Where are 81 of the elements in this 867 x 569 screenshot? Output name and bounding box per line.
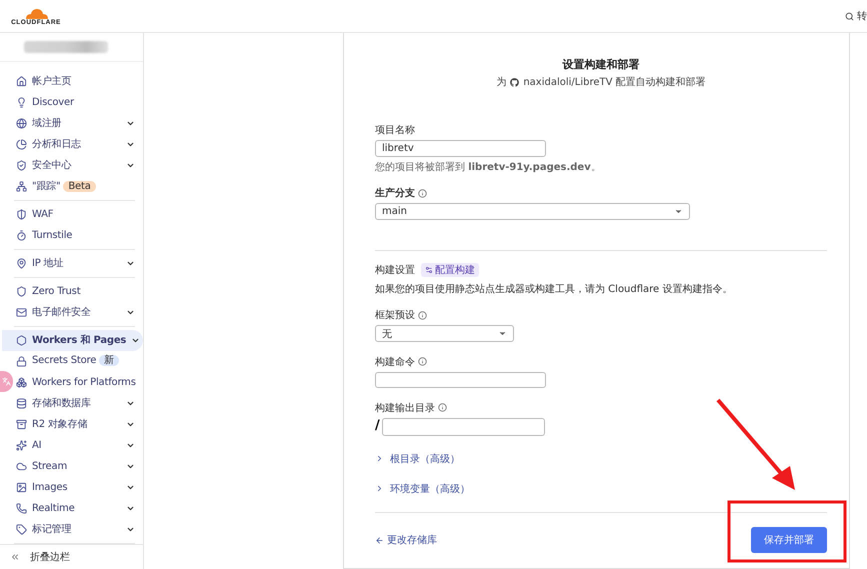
badge: 新 [99,355,119,366]
nav-icon [16,502,27,514]
nav-icon [16,118,27,129]
sidebar-item[interactable]: "跟踪" Beta [14,176,143,197]
nav-icon [16,208,27,220]
sidebar-item[interactable]: Secrets Store 新 [14,350,143,372]
cloud-logo-icon [23,6,49,18]
hint-text: 您的项目将被部署到 libretv-91y.pages.dev。 [375,160,602,174]
nav-icon [16,482,27,493]
collapse-sidebar-button[interactable]: 折叠边栏 [0,544,143,569]
nav-icon [16,160,27,171]
sidebar-item[interactable]: Workers for Platforms [14,372,143,393]
chevron-icon [375,484,384,494]
nav-icon [16,96,27,108]
sidebar-item[interactable]: Stream [14,456,143,477]
nav-icon [16,460,27,472]
sidebar-item[interactable]: R2 对象存储 [14,414,143,435]
nav-icon [16,138,27,150]
sidebar-item[interactable]: Workers 和 Pages [2,330,143,351]
sidebar-item[interactable]: 电子邮件安全 [14,302,143,323]
nav-icon [16,76,27,87]
input-field[interactable] [375,372,546,388]
chevron-icon [375,454,384,464]
field-label: 构建输出目录 [375,402,435,415]
sidebar-item[interactable]: 安全中心 [14,154,143,176]
nav-icon [16,524,27,535]
search-icon [845,12,854,20]
nav-icon [16,418,27,430]
sidebar-item[interactable]: IP 地址 [14,252,143,274]
save-deploy-button[interactable]: 保存并部署 [751,527,827,554]
nav-icon [16,180,27,192]
field-label: 生产分支 [375,186,415,200]
sidebar-item[interactable]: 帐户主页 [14,70,143,92]
path-prefix: / [375,418,380,433]
nav-icon [16,376,27,388]
sidebar-item[interactable]: Zero Trust [14,280,143,302]
field-label: 项目名称 [375,124,416,138]
info-icon [418,310,427,320]
subtitle-text: 为 [496,76,506,89]
nav-icon [16,356,27,367]
sidebar-item[interactable]: 存储和数据库 [14,392,143,414]
description-text: 如果您的项目使用静态站点生成器或构建工具，请为 Cloudflare 设置构建指令。 [375,282,734,296]
config-badge: 配置构建 [421,262,479,277]
nav-icon [16,286,27,297]
nav-icon [16,306,27,318]
info-icon [418,188,427,198]
info-icon [438,403,447,412]
arrow-left-icon [375,536,384,545]
input-field[interactable] [382,418,545,436]
double-chevron-icon [10,552,20,562]
sidebar-item[interactable]: Discover [14,92,143,113]
form-title: 设置构建和部署 [561,57,640,72]
sidebar-item[interactable]: 标记管理 [14,518,143,540]
sidebar-item[interactable]: Turnstile [14,224,143,246]
sidebar-item[interactable]: 域注册 [14,112,143,134]
subtitle-text: naxidaloli/LibreTV 配置自动构建和部署 [523,76,706,89]
nav-icon [16,334,27,346]
advanced-toggle[interactable]: 根目录（高级） [375,452,827,466]
field-label: 构建命令 [375,356,415,369]
sidebar-item[interactable]: AI [14,434,143,456]
nav-icon [16,230,27,241]
field-label: 框架预设 [375,308,415,322]
github-icon [510,78,520,86]
select-field[interactable]: 无 [375,325,514,342]
sidebar-item[interactable]: WAF [14,204,143,225]
badge: Beta [63,181,96,192]
sidebar-item[interactable]: 分析和日志 [14,134,143,155]
search-link[interactable]: 转 [845,9,867,23]
translate-button[interactable] [0,371,13,392]
nav-icon [16,258,27,269]
info-icon [418,357,427,366]
select-field[interactable]: main [375,203,690,220]
sidebar-item[interactable]: Images [14,476,143,498]
nav-icon [16,440,27,451]
input-field[interactable]: libretv [375,140,546,157]
sidebar-item[interactable]: Realtime [14,498,143,519]
translate-icon [2,377,11,386]
back-link[interactable]: 更改存储库 [375,533,437,548]
nav-icon [16,398,27,409]
advanced-toggle[interactable]: 环境变量（高级） [375,482,827,496]
section-heading: 构建设置 [375,264,415,277]
